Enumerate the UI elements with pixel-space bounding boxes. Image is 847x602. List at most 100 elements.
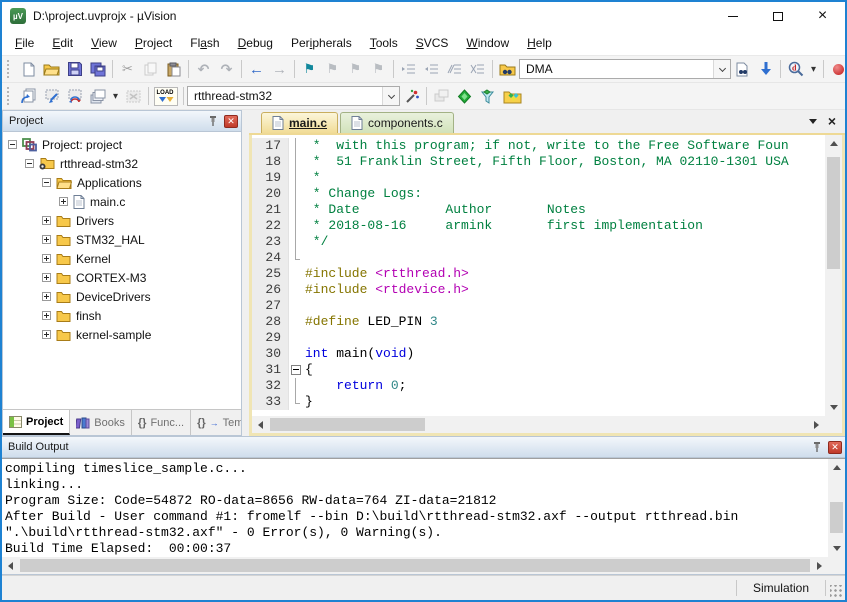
scroll-up-icon[interactable] xyxy=(826,135,841,152)
panel-tab-func[interactable]: {}Func... xyxy=(132,410,191,435)
minimize-button[interactable] xyxy=(710,2,755,30)
close-panel-button[interactable]: ✕ xyxy=(224,115,238,128)
maximize-button[interactable] xyxy=(755,2,800,30)
redo-icon[interactable]: ↷ xyxy=(215,58,238,80)
chevron-down-icon[interactable] xyxy=(382,87,399,105)
toolbar-grip[interactable] xyxy=(7,87,12,105)
plus-expander-icon[interactable] xyxy=(42,330,51,339)
tree-item-stm32-hal[interactable]: STM32_HAL xyxy=(3,230,241,249)
code-line[interactable]: 28#define LED_PIN 3 xyxy=(252,314,825,330)
code-line[interactable]: 33} xyxy=(252,394,825,410)
menu-window[interactable]: Window xyxy=(457,30,518,56)
document-tab-components-c[interactable]: components.c xyxy=(340,112,454,133)
paste-icon[interactable] xyxy=(162,58,185,80)
tree-item-devicedrivers[interactable]: DeviceDrivers xyxy=(3,287,241,306)
select-software-packs-icon[interactable] xyxy=(476,85,499,107)
code-line[interactable]: 26#include <rtdevice.h> xyxy=(252,282,825,298)
close-panel-button[interactable]: ✕ xyxy=(828,441,842,454)
pack-installer-icon[interactable] xyxy=(499,85,525,107)
menu-file[interactable]: File xyxy=(6,30,43,56)
minus-expander-icon[interactable] xyxy=(42,178,51,187)
panel-tab-temp[interactable]: {}→Temp... xyxy=(191,410,241,435)
minus-expander-icon[interactable] xyxy=(8,140,17,149)
scroll-down-icon[interactable] xyxy=(829,540,844,557)
outdent-icon[interactable] xyxy=(420,58,443,80)
find-in-document-icon[interactable] xyxy=(731,58,754,80)
plus-expander-icon[interactable] xyxy=(42,311,51,320)
title-bar[interactable]: µV D:\project.uvprojx - µVision × xyxy=(2,2,845,30)
code-line[interactable]: 19 * xyxy=(252,170,825,186)
code-line[interactable]: 24 xyxy=(252,250,825,266)
code-view[interactable]: 17 * with this program; if not, write to… xyxy=(252,135,825,416)
document-list-dropdown-icon[interactable] xyxy=(809,119,817,124)
tree-item-drivers[interactable]: Drivers xyxy=(3,211,241,230)
scroll-up-icon[interactable] xyxy=(829,459,844,476)
batch-build-icon[interactable] xyxy=(86,85,109,107)
navigate-back-icon[interactable]: ← xyxy=(245,58,268,80)
manage-project-items-icon[interactable] xyxy=(430,85,453,107)
scroll-thumb[interactable] xyxy=(830,502,843,533)
editor-horizontal-scrollbar[interactable] xyxy=(252,416,825,433)
manage-rte-icon[interactable] xyxy=(453,85,476,107)
code-line[interactable]: 18 * 51 Franklin Street, Fifth Floor, Bo… xyxy=(252,154,825,170)
menu-edit[interactable]: Edit xyxy=(43,30,82,56)
incremental-find-icon[interactable] xyxy=(754,58,777,80)
start-debug-session-icon[interactable]: d xyxy=(784,58,807,80)
code-line[interactable]: 30int main(void) xyxy=(252,346,825,362)
copy-icon[interactable] xyxy=(139,58,162,80)
code-line[interactable]: 29 xyxy=(252,330,825,346)
scroll-down-icon[interactable] xyxy=(826,399,841,416)
undo-icon[interactable]: ↶ xyxy=(192,58,215,80)
scroll-left-icon[interactable] xyxy=(252,417,269,432)
tree-item-cortex-m3[interactable]: CORTEX-M3 xyxy=(3,268,241,287)
scroll-right-icon[interactable] xyxy=(811,558,828,573)
stop-build-icon[interactable] xyxy=(122,85,145,107)
code-line[interactable]: 17 * with this program; if not, write to… xyxy=(252,138,825,154)
tree-item-project-project[interactable]: Project: project xyxy=(3,135,241,154)
scroll-thumb[interactable] xyxy=(20,559,810,572)
menu-view[interactable]: View xyxy=(82,30,126,56)
code-line[interactable]: 23 */ xyxy=(252,234,825,250)
comment-icon[interactable] xyxy=(443,58,466,80)
options-for-target-icon[interactable] xyxy=(400,85,423,107)
code-line[interactable]: 25#include <rtthread.h> xyxy=(252,266,825,282)
build-vertical-scrollbar[interactable] xyxy=(828,459,845,557)
panel-tab-books[interactable]: Books xyxy=(70,410,132,435)
cut-icon[interactable]: ✂ xyxy=(116,58,139,80)
tree-item-rtthread-stm32[interactable]: rtthread-stm32 xyxy=(3,154,241,173)
minus-expander-icon[interactable] xyxy=(25,159,34,168)
bookmark-prev-icon[interactable]: ⚑ xyxy=(321,58,344,80)
pin-icon[interactable] xyxy=(206,114,220,128)
indent-icon[interactable] xyxy=(397,58,420,80)
debug-dropdown-icon[interactable]: ▾ xyxy=(807,58,820,80)
save-icon[interactable] xyxy=(63,58,86,80)
save-all-icon[interactable] xyxy=(86,58,109,80)
menu-peripherals[interactable]: Peripherals xyxy=(282,30,361,56)
code-line[interactable]: 31{ xyxy=(252,362,825,378)
panel-splitter[interactable] xyxy=(242,110,249,436)
plus-expander-icon[interactable] xyxy=(42,292,51,301)
chevron-down-icon[interactable] xyxy=(713,60,730,78)
resize-grip[interactable] xyxy=(830,585,843,598)
plus-expander-icon[interactable] xyxy=(42,254,51,263)
code-line[interactable]: 32 return 0; xyxy=(252,378,825,394)
build-target-icon[interactable] xyxy=(40,85,63,107)
code-line[interactable]: 27 xyxy=(252,298,825,314)
rebuild-all-icon[interactable] xyxy=(63,85,86,107)
menu-help[interactable]: Help xyxy=(518,30,561,56)
bookmark-clear-icon[interactable]: ⚑ xyxy=(367,58,390,80)
new-file-icon[interactable] xyxy=(17,58,40,80)
build-horizontal-scrollbar[interactable] xyxy=(2,557,828,574)
toolbar-grip[interactable] xyxy=(7,60,12,78)
close-button[interactable]: × xyxy=(800,2,845,30)
pin-icon[interactable] xyxy=(810,440,824,454)
target-select-combo[interactable]: rtthread-stm32 xyxy=(187,86,400,106)
panel-tab-project[interactable]: Project xyxy=(3,410,70,435)
menu-tools[interactable]: Tools xyxy=(361,30,407,56)
editor-vertical-scrollbar[interactable] xyxy=(825,135,842,416)
plus-expander-icon[interactable] xyxy=(42,216,51,225)
scroll-left-icon[interactable] xyxy=(2,558,19,573)
scroll-thumb[interactable] xyxy=(827,157,840,269)
navigate-forward-icon[interactable]: → xyxy=(268,58,291,80)
code-line[interactable]: 22 * 2018-08-16 armink first implementat… xyxy=(252,218,825,234)
